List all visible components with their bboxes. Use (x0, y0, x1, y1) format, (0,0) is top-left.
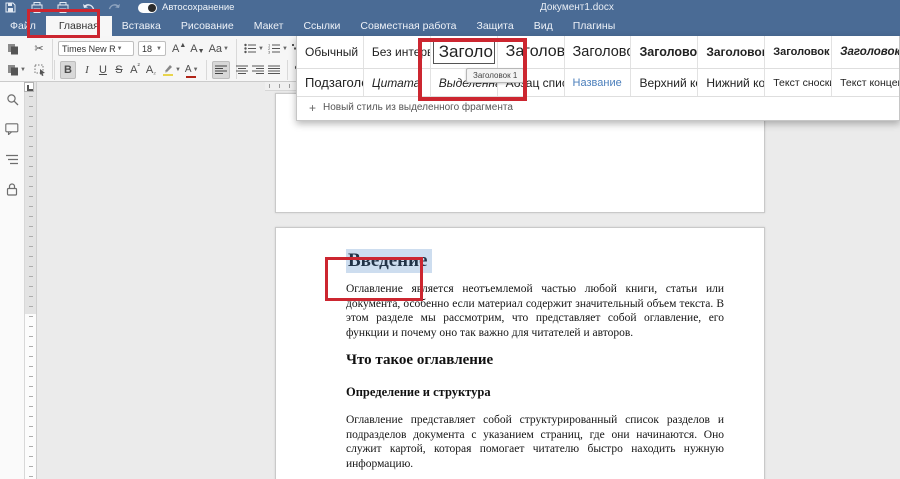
italic-button[interactable]: I (79, 61, 95, 79)
numbered-list-button[interactable]: 123▼ (266, 40, 290, 58)
style-tooltip: Заголовок 1 (466, 68, 524, 83)
selected-style-box: Заголовок 1 (433, 41, 495, 64)
page-2[interactable]: Введение Оглавление является неотъемлемо… (275, 227, 765, 479)
tab-file[interactable]: Файл (0, 16, 46, 36)
style-endnote-text[interactable]: Текст концевой сноски (832, 69, 899, 96)
selected-text-highlight[interactable]: Введение (346, 249, 432, 273)
plus-icon: + (309, 101, 316, 115)
document-canvas[interactable]: Введение Оглавление является неотъемлемо… (37, 82, 900, 479)
horizontal-ruler[interactable] (265, 82, 296, 91)
comments-icon[interactable] (5, 122, 19, 136)
style-heading-4[interactable]: Заголовок 4 (631, 36, 698, 68)
select-tool-button[interactable] (32, 61, 49, 79)
paste-button[interactable]: ▼ (5, 61, 28, 79)
tab-plugins[interactable]: Плагины (563, 16, 626, 36)
toolbar-separator (52, 39, 53, 79)
left-sidebar (0, 82, 25, 479)
tab-home[interactable]: Главная (46, 16, 112, 36)
style-header[interactable]: Верхний колонтитул (631, 69, 698, 96)
style-title[interactable]: Название (565, 69, 632, 96)
increase-font-button[interactable]: A▲ (170, 40, 188, 58)
tab-draw[interactable]: Рисование (171, 16, 244, 36)
style-heading-1[interactable]: Заголовок 1 (431, 36, 498, 68)
menu-bar: Файл Главная Вставка Рисование Макет Ссы… (0, 15, 900, 36)
style-subtitle[interactable]: Подзаголовок (297, 69, 364, 96)
styles-gallery-panel: Обычный Без интервала Заголовок 1 Заголо… (296, 36, 900, 121)
undo-icon[interactable] (82, 2, 95, 13)
tab-references[interactable]: Ссылки (293, 16, 350, 36)
document-heading-3[interactable]: Определение и структура (346, 385, 724, 400)
title-bar: Автосохранение Документ1.docx (0, 0, 900, 15)
chevron-down-icon: ▼ (156, 46, 162, 52)
quick-print-icon[interactable] (56, 2, 69, 13)
superscript-button[interactable]: A² (127, 61, 143, 79)
align-right-button[interactable] (250, 61, 266, 79)
save-icon[interactable] (4, 2, 17, 13)
toolbar-separator (287, 60, 288, 80)
bullet-list-button[interactable]: ▼ (242, 40, 266, 58)
font-name-value: Times New R (62, 44, 116, 54)
align-left-button[interactable] (212, 61, 230, 79)
print-icon[interactable] (30, 2, 43, 13)
document-title: Документ1.docx (540, 2, 614, 13)
vertical-ruler[interactable] (25, 82, 37, 479)
change-case-button[interactable]: Aa▼ (207, 40, 231, 58)
bold-button[interactable]: B (60, 61, 76, 79)
style-no-spacing[interactable]: Без интервала (364, 36, 431, 68)
copy-button[interactable] (5, 40, 21, 58)
document-heading-1[interactable]: Введение (346, 250, 724, 272)
document-paragraph[interactable]: Оглавление представляет собой структурир… (346, 413, 724, 471)
document-paragraph[interactable]: Оглавление является неотъемлемой частью … (346, 282, 724, 340)
tab-collaboration[interactable]: Совместная работа (350, 16, 466, 36)
autosave-toggle[interactable] (138, 3, 157, 13)
tab-insert[interactable]: Вставка (112, 16, 171, 36)
styles-row-2: Подзаголовок Цитата Выделенная цитата Аб… (297, 69, 899, 97)
subscript-button[interactable]: A₂ (143, 61, 159, 79)
search-icon[interactable] (5, 92, 19, 106)
style-heading-5[interactable]: Заголовок 5 (698, 36, 765, 68)
toggle-knob (148, 4, 156, 12)
style-heading-7[interactable]: Заголовок 7 (832, 36, 899, 68)
style-footnote-text[interactable]: Текст сноски (765, 69, 832, 96)
underline-button[interactable]: U (95, 61, 111, 79)
navigation-headings-icon[interactable] (5, 152, 19, 166)
font-name-select[interactable]: Times New R ▼ (58, 41, 134, 56)
font-color-button[interactable]: A▼ (183, 61, 201, 79)
toolbar-separator (206, 60, 207, 80)
font-size-value: 18 (142, 44, 152, 54)
styles-row-1: Обычный Без интервала Заголовок 1 Заголо… (297, 36, 899, 69)
new-style-button[interactable]: + Новый стиль из выделенного фрагмента (297, 97, 899, 118)
lock-protection-icon[interactable] (5, 182, 19, 196)
redo-icon[interactable] (108, 2, 121, 13)
style-heading-2[interactable]: Заголовок 2 (498, 36, 565, 68)
tab-view[interactable]: Вид (524, 16, 563, 36)
autosave-label: Автосохранение (162, 2, 234, 13)
svg-text:3: 3 (268, 50, 271, 54)
cut-button[interactable]: ✂ (31, 40, 47, 58)
style-normal[interactable]: Обычный (297, 36, 364, 68)
style-heading-3[interactable]: Заголовок 3 (565, 36, 632, 68)
align-justify-button[interactable] (266, 61, 282, 79)
style-footer[interactable]: Нижний колонтитул (698, 69, 765, 96)
tab-layout[interactable]: Макет (244, 16, 294, 36)
align-center-button[interactable] (234, 61, 250, 79)
decrease-font-button[interactable]: A▼ (188, 40, 206, 58)
chevron-down-icon: ▼ (117, 46, 123, 52)
font-size-select[interactable]: 18 ▼ (138, 41, 166, 56)
toolbar-separator (54, 60, 55, 80)
highlight-color-button[interactable]: ▼ (159, 61, 183, 79)
style-heading-6[interactable]: Заголовок 6 (765, 36, 832, 68)
style-quote[interactable]: Цитата (364, 69, 431, 96)
strikeout-button[interactable]: S (111, 61, 127, 79)
new-style-label: Новый стиль из выделенного фрагмента (323, 102, 513, 113)
tab-protection[interactable]: Защита (466, 16, 523, 36)
document-heading-2[interactable]: Что такое оглавление (346, 352, 724, 369)
tab-stop-selector[interactable] (24, 82, 34, 92)
